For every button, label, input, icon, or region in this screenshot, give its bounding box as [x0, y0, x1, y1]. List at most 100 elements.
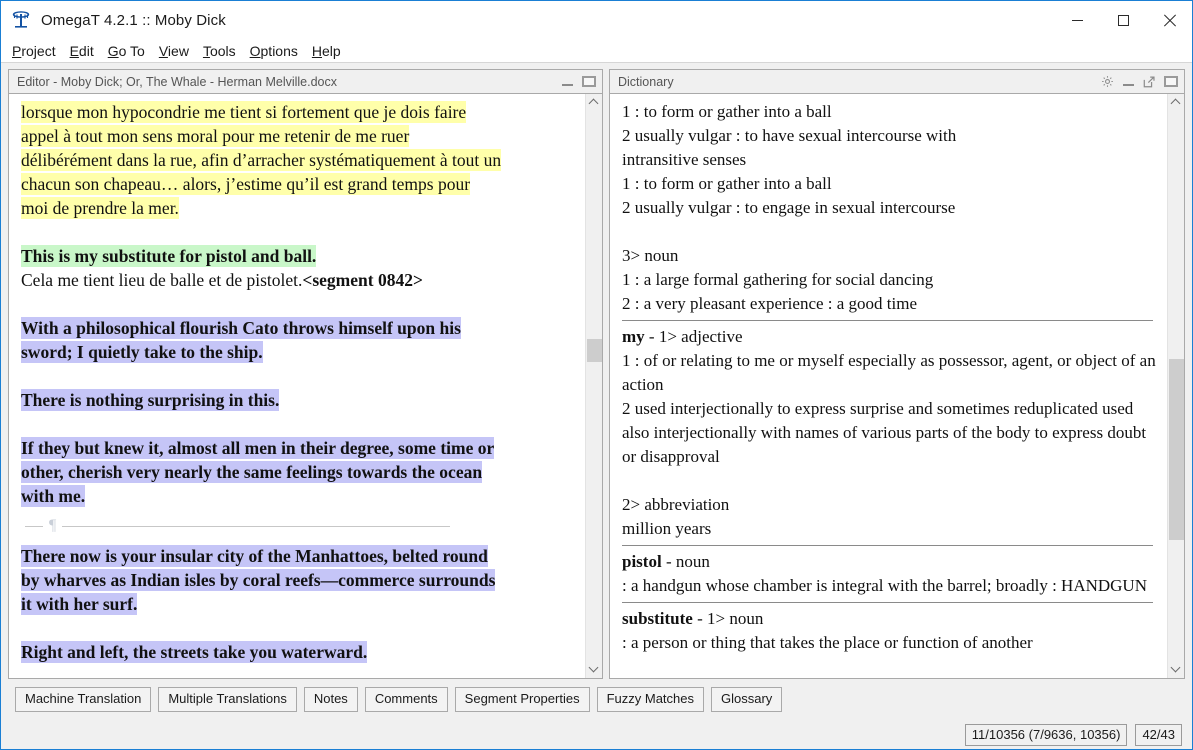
minimize-icon: [1071, 19, 1083, 21]
segment-line: moi de prendre la mer.: [21, 197, 179, 219]
dictionary-headword: pistol: [622, 552, 662, 571]
dictionary-vertical-scrollbar[interactable]: [1167, 94, 1184, 678]
paragraph-separator: ¶: [25, 518, 450, 534]
dictionary-sense: 1 : of or relating to me or myself espec…: [622, 351, 1156, 394]
dictionary-panel-body: 1 : to form or gather into a ball 2 usua…: [610, 94, 1184, 678]
editor-segments-container: lorsque mon hypocondrie me tient si fort…: [9, 96, 585, 664]
minimize-icon: [1123, 84, 1134, 86]
segment-right-and-left[interactable]: Right and left, the streets take you wat…: [21, 640, 573, 664]
dictionary-panel: Dictionary 1: to form or gather into a …: [609, 69, 1185, 679]
editor-panel: Editor - Moby Dick; Or, The Whale - Herm…: [8, 69, 603, 679]
dictionary-pos: - 1> noun: [692, 609, 764, 628]
tab-notes[interactable]: Notes: [303, 687, 358, 712]
dictionary-scroll-track[interactable]: [1168, 111, 1185, 661]
editor-scroll-up-button[interactable]: [586, 94, 603, 111]
editor-scroll-thumb[interactable]: [586, 339, 602, 363]
segment-line: There now is your insular city of the Ma…: [21, 545, 488, 567]
menu-go-to[interactable]: Go To: [101, 41, 152, 61]
minimize-icon: [562, 84, 573, 86]
segment-marker: <segment 0842>: [302, 270, 423, 290]
editor-vertical-scrollbar[interactable]: [585, 94, 602, 678]
omegat-logo-icon: [10, 9, 32, 31]
separator-dash: [25, 525, 43, 527]
segment-manhattoes[interactable]: There now is your insular city of the Ma…: [21, 544, 573, 616]
dictionary-scroll-up-button[interactable]: [1168, 94, 1185, 111]
tab-glossary[interactable]: Glossary: [711, 687, 783, 712]
dictionary-entries-container: 1 : to form or gather into a ball 2 usua…: [610, 96, 1167, 655]
menu-edit[interactable]: Edit: [63, 41, 101, 61]
segment-line: chacun son chapeau… alors, j’estime qu’i…: [21, 173, 471, 195]
dictionary-spacer: [622, 220, 1157, 244]
maximize-icon: [582, 76, 596, 87]
dictionary-entry-divider: [622, 320, 1153, 321]
dictionary-text-area[interactable]: 1 : to form or gather into a ball 2 usua…: [610, 94, 1167, 678]
status-bar: 11/10356 (7/9636, 10356) 42/43: [1, 721, 1192, 749]
segment-active-source[interactable]: This is my substitute for pistol and bal…: [21, 244, 573, 268]
close-window-button[interactable]: [1146, 1, 1192, 39]
segment-line: it with her surf.: [21, 593, 138, 615]
segment-active-target[interactable]: Cela me tient lieu de balle et de pistol…: [21, 268, 573, 292]
bottom-tab-strip: Machine Translation Multiple Translation…: [1, 679, 1192, 721]
dictionary-entry-header: pistol - noun: [622, 550, 1157, 574]
segment-line: délibérément dans la rue, afin d’arrache…: [21, 149, 502, 171]
editor-maximize-button[interactable]: [582, 76, 596, 87]
dictionary-entry-divider: [622, 545, 1153, 546]
separator-rule: [62, 525, 450, 527]
segment-line: by wharves as Indian isles by coral reef…: [21, 569, 496, 591]
dictionary-panel-tools: [1101, 75, 1178, 88]
segment-if-they-but-knew[interactable]: If they but knew it, almost all men in t…: [21, 436, 573, 508]
dictionary-scroll-down-button[interactable]: [1168, 661, 1185, 678]
menu-tools[interactable]: Tools: [196, 41, 243, 61]
dictionary-sense: 2 : a very pleasant experience : a good …: [622, 294, 918, 313]
chevron-up-icon: [590, 99, 598, 107]
window-controls: [1054, 1, 1192, 39]
segment-line: appel à tout mon sens moral pour me rete…: [21, 125, 410, 147]
tab-multiple-translations[interactable]: Multiple Translations: [158, 687, 297, 712]
editor-minimize-button[interactable]: [562, 77, 573, 86]
dictionary-sense: 2 used interjectionally to express surpr…: [622, 399, 1147, 466]
menu-help[interactable]: Help: [305, 41, 348, 61]
segment-spacer: [21, 220, 573, 244]
editor-panel-tools: [562, 76, 596, 87]
dictionary-minimize-button[interactable]: [1123, 77, 1134, 86]
dictionary-sense: 2 usually vulgar : to engage in sexual i…: [622, 198, 956, 217]
segment-translation-french[interactable]: lorsque mon hypocondrie me tient si fort…: [21, 100, 573, 220]
editor-scroll-track[interactable]: [586, 111, 603, 661]
dictionary-scroll-thumb[interactable]: [1168, 358, 1184, 540]
pilcrow-icon: ¶: [49, 517, 57, 534]
dictionary-sense: intransitive senses: [622, 150, 747, 169]
dictionary-sense: 1 : to form or gather into a ball: [622, 174, 832, 193]
tab-comments[interactable]: Comments: [364, 687, 448, 712]
editor-panel-header: Editor - Moby Dick; Or, The Whale - Herm…: [9, 70, 602, 94]
segment-nothing-surprising[interactable]: There is nothing surprising in this.: [21, 388, 573, 412]
dictionary-popout-button[interactable]: [1143, 76, 1155, 88]
menu-options[interactable]: Options: [243, 41, 305, 61]
dictionary-sense: 1 : to form or gather into a ball: [622, 102, 832, 121]
dictionary-settings-button[interactable]: [1101, 75, 1114, 88]
tab-machine-translation[interactable]: Machine Translation: [15, 687, 152, 712]
minimize-window-button[interactable]: [1054, 1, 1100, 39]
editor-scroll-down-button[interactable]: [586, 661, 603, 678]
segment-line: other, cherish very nearly the same feel…: [21, 461, 483, 483]
segment-line: This is my substitute for pistol and bal…: [21, 245, 317, 267]
segment-counter-field: 42/43: [1135, 724, 1182, 746]
editor-text-area[interactable]: lorsque mon hypocondrie me tient si fort…: [9, 94, 585, 678]
dictionary-panel-title: Dictionary: [618, 74, 674, 89]
editor-panel-title: Editor - Moby Dick; Or, The Whale - Herm…: [17, 74, 338, 89]
dictionary-maximize-button[interactable]: [1164, 76, 1178, 87]
tab-segment-properties[interactable]: Segment Properties: [454, 687, 590, 712]
menu-view[interactable]: View: [152, 41, 196, 61]
maximize-window-button[interactable]: [1100, 1, 1146, 39]
menu-project[interactable]: Project: [5, 41, 63, 61]
chevron-down-icon: [590, 666, 598, 674]
menu-bar: Project Edit Go To View Tools Options He…: [1, 39, 1192, 63]
segment-spacer: [21, 292, 573, 316]
dictionary-entry-divider: [622, 602, 1153, 603]
chevron-down-icon: [1172, 666, 1180, 674]
tab-fuzzy-matches[interactable]: Fuzzy Matches: [596, 687, 704, 712]
segment-line: lorsque mon hypocondrie me tient si fort…: [21, 101, 467, 123]
segment-line: If they but knew it, almost all men in t…: [21, 437, 495, 459]
dictionary-sense: 2 usually vulgar : to have sexual interc…: [622, 126, 957, 145]
segment-cato[interactable]: With a philosophical flourish Cato throw…: [21, 316, 573, 364]
segment-target-text: Cela me tient lieu de balle et de pistol…: [21, 270, 303, 290]
